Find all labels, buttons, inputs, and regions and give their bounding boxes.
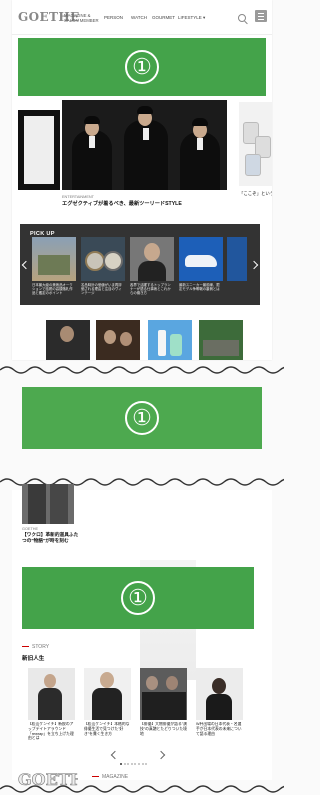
hero-image[interactable] <box>62 100 227 190</box>
story-pagination <box>120 752 149 770</box>
pickup-caption: 最新スニーカー最前線、限定モデル争奪戦の裏側とは <box>179 283 220 292</box>
ad-marker: ① <box>121 581 155 615</box>
story-image[interactable] <box>140 668 187 720</box>
search-icon[interactable] <box>238 14 246 22</box>
chevron-right-icon[interactable] <box>249 260 259 270</box>
pickup-item[interactable]: 名品時計の価値がいま再評価される理由と注目のヴィンテージ <box>81 237 125 300</box>
pickup-image <box>130 237 174 281</box>
pickup-caption: 各界で活躍するトップランナーが語る仕事術とこれからの働き方 <box>130 283 171 296</box>
hero-next-slide[interactable] <box>239 102 272 186</box>
section-subtitle: 新旧人生 <box>22 656 45 662</box>
pickup-image <box>179 237 223 281</box>
article-category: GOETHE <box>22 527 39 531</box>
thumbnail[interactable] <box>199 320 243 360</box>
nav-gourmet[interactable]: GOURMET <box>152 15 175 20</box>
ad-banner-lower[interactable]: ① <box>22 567 254 629</box>
chevron-left-icon[interactable] <box>21 260 31 270</box>
pickup-image <box>32 237 76 281</box>
story-caption[interactable]: W杯出場の日本代表・名選手が日本代表の未来について語る理由 <box>196 722 244 742</box>
thumbnail[interactable] <box>46 320 90 360</box>
nav-watch[interactable]: WATCH <box>131 15 147 20</box>
hero-category: ENTERTAINMENT <box>62 195 94 199</box>
nav-person[interactable]: PERSON <box>104 15 123 20</box>
pickup-item[interactable]: 日本最大級の美術品オークションで話題の高額落札作品と鑑定のポイント <box>32 237 76 300</box>
hero-title[interactable]: エグゼクティブが着るべき、最新ツーリードSTYLE <box>62 200 182 207</box>
pickup-caption: 名品時計の価値がいま再評価される理由と注目のヴィンテージ <box>81 283 122 296</box>
story-image[interactable] <box>28 668 75 720</box>
pickup-image <box>81 237 125 281</box>
section-heading-story: STORY <box>22 644 49 650</box>
pickup-item[interactable]: 各界で活躍するトップランナーが語る仕事術とこれからの働き方 <box>130 237 174 300</box>
hamburger-icon <box>258 13 264 14</box>
section-divider <box>0 785 284 793</box>
hero-next-title[interactable]: 「ここぞ」という時の <box>239 191 272 197</box>
story-caption[interactable]: 【松山ケンイチ】新鋭のアップデイトアラウンド「rewrap」を立ち上げた理由とは <box>28 722 76 742</box>
pickup-section: PICK UP 日本最大級の美術品オークションで話題の高額落札作品と鑑定のポイン… <box>20 224 260 305</box>
logo-subtitle: MAGAZINE & SALON MEMBER <box>64 13 99 23</box>
ad-marker: ① <box>125 50 159 84</box>
nav-lifestyle[interactable]: LIFESTYLE ▾ <box>178 15 205 21</box>
thumbnail[interactable] <box>96 320 140 360</box>
site-header: GOETHE MAGAZINE & SALON MEMBER PERSON WA… <box>12 0 272 35</box>
ad-marker: ① <box>125 401 159 435</box>
section-heading-magazine: MAGAZINE <box>92 774 128 780</box>
hero-prev-image <box>18 110 60 190</box>
ad-banner-top[interactable]: ① <box>18 38 266 96</box>
section-divider <box>0 366 284 374</box>
thumbnail[interactable] <box>148 320 192 360</box>
top-page: GOETHE MAGAZINE & SALON MEMBER PERSON WA… <box>12 0 272 360</box>
article-title[interactable]: 【ワクロ】革新的道具ふたつの"物語"が時を刻む <box>22 532 82 544</box>
story-image[interactable] <box>84 668 131 720</box>
pickup-next-peek[interactable] <box>227 237 247 281</box>
story-image[interactable] <box>196 668 243 720</box>
article-image[interactable] <box>22 484 74 524</box>
story-caption[interactable]: 【松山ケンイチ】本格的な俳優生活で見つけた"好き"を貫く生き方 <box>84 722 132 742</box>
hero-prev-slide[interactable] <box>12 102 60 190</box>
pickup-item[interactable]: 最新スニーカー最前線、限定モデル争奪戦の裏側とは <box>179 237 223 300</box>
pickup-caption: 日本最大級の美術品オークションで話題の高額落札作品と鑑定のポイント <box>32 283 73 296</box>
menu-button[interactable] <box>255 10 267 22</box>
ad-banner-middle[interactable]: ① <box>22 387 262 449</box>
story-caption[interactable]: 【俳優】大物俳優が語る"演技"の真髄とたどりついた境地 <box>140 722 188 742</box>
